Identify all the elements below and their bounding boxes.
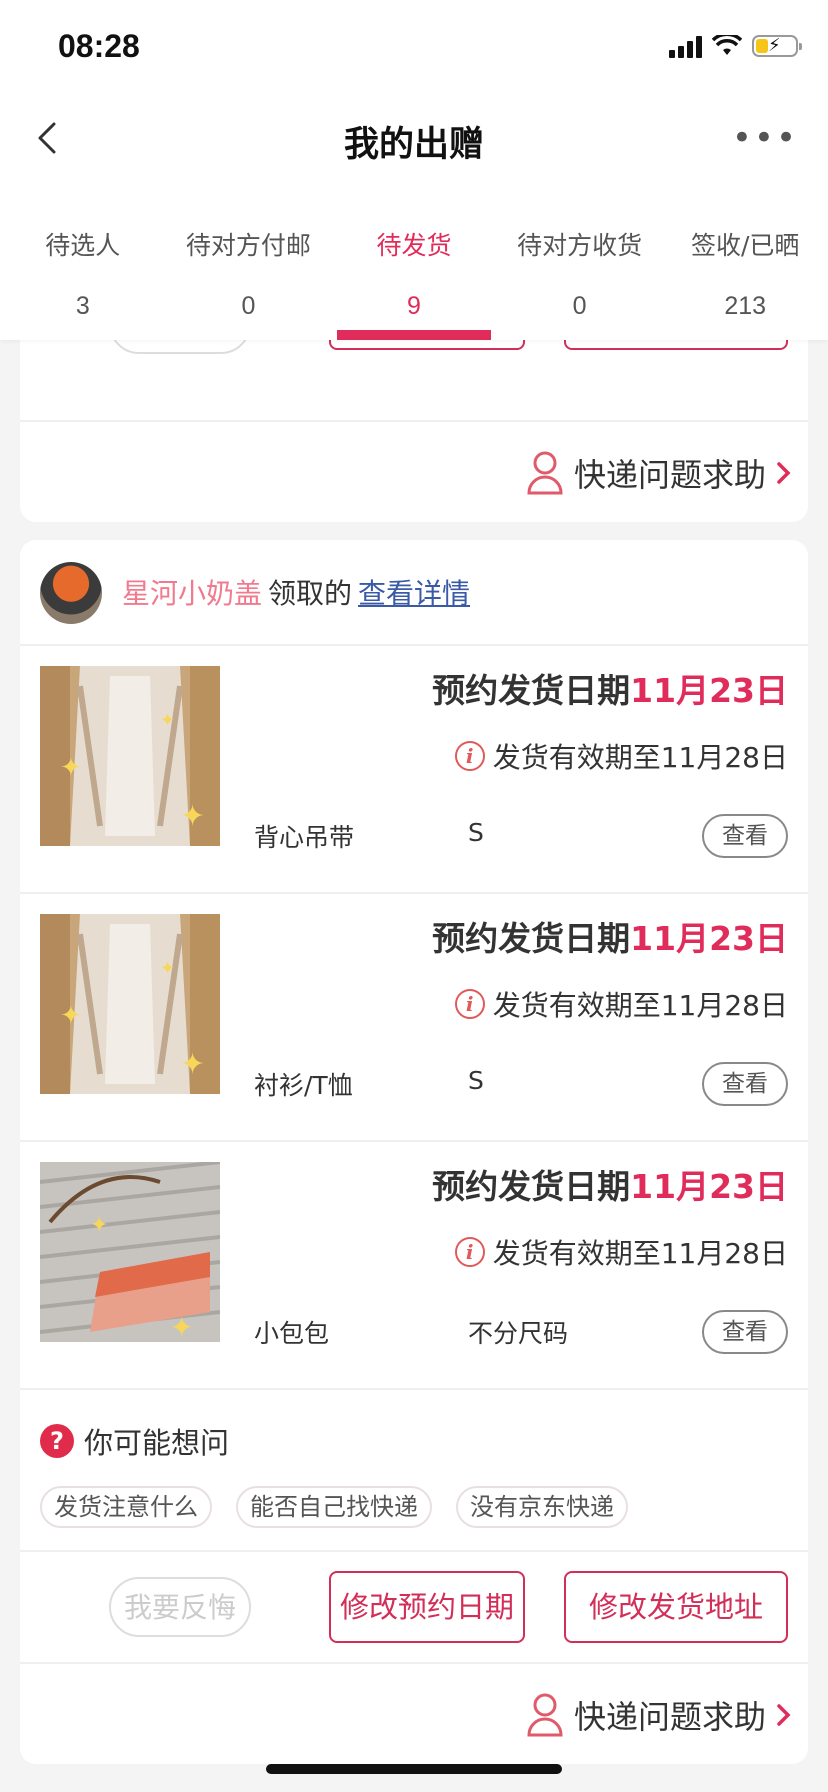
tab-pending-selection[interactable]: 待选人 3 xyxy=(0,184,166,340)
chevron-right-icon xyxy=(777,1704,791,1726)
order-item: ✦ ✦ 预约发货日期11月23日 i 发货有效期至11月28日 小包包 不分尺码… xyxy=(20,1142,808,1388)
svg-text:✦: ✦ xyxy=(90,1213,108,1238)
action-row: 我要反悔 修改预约日期 修改发货地址 xyxy=(20,1552,808,1662)
order-item: ✦ ✦ ✦ 预约发货日期11月23日 i 发货有效期至11月28日 背心吊带 S… xyxy=(20,646,808,892)
courier-help-row: 快递问题求助 xyxy=(20,422,808,522)
status-tabs: 待选人 3 待对方付邮 0 待发货 9 待对方收货 0 签收/已晒 213 xyxy=(0,184,828,340)
item-size: S xyxy=(468,818,484,847)
faq-header: ? 你可能想问 xyxy=(40,1420,229,1462)
faq-title: 你可能想问 xyxy=(84,1426,230,1460)
svg-text:✦: ✦ xyxy=(60,1001,82,1031)
courier-help-label: 快递问题求助 xyxy=(573,456,766,494)
scheduled-ship-date: 预约发货日期11月23日 xyxy=(432,664,788,712)
svg-text:✦: ✦ xyxy=(170,1311,193,1342)
faq-chips: 发货注意什么 能否自己找快递 没有京东快递 xyxy=(40,1486,628,1528)
info-icon: i xyxy=(454,989,485,1019)
tab-label: 签收/已晒 xyxy=(690,231,800,260)
ship-date-label: 预约发货日期 xyxy=(432,671,631,710)
courier-help-link[interactable]: 快递问题求助 xyxy=(526,450,792,496)
svg-text:✦: ✦ xyxy=(180,799,205,834)
courier-help-link[interactable]: 快递问题求助 xyxy=(526,1692,792,1738)
courier-help-label: 快递问题求助 xyxy=(573,1698,766,1736)
faq-section: ? 你可能想问 发货注意什么 能否自己找快递 没有京东快递 xyxy=(20,1390,808,1550)
tab-signed-shared[interactable]: 签收/已晒 213 xyxy=(662,184,828,340)
item-photo[interactable]: ✦ ✦ xyxy=(40,1162,220,1342)
tab-count: 213 xyxy=(724,292,767,320)
change-address-button[interactable]: 修改发货地址 xyxy=(564,1571,788,1643)
scheduled-ship-date: 预约发货日期11月23日 xyxy=(432,912,788,960)
page-title: 我的出赠 xyxy=(343,125,484,165)
tab-label: 待对方收货 xyxy=(517,231,643,260)
scheduled-ship-date: 预约发货日期11月23日 xyxy=(432,1160,788,1208)
chevron-right-icon xyxy=(777,462,791,484)
status-icons: ⚡ xyxy=(669,34,802,58)
donor-row: 星河小奶盖 领取的 查看详情 xyxy=(20,540,808,644)
user-icon xyxy=(527,451,563,495)
view-button[interactable]: 查看 xyxy=(702,814,788,858)
ship-date-label: 预约发货日期 xyxy=(432,1167,631,1206)
svg-text:✦: ✦ xyxy=(180,1047,205,1082)
tab-count: 3 xyxy=(75,292,90,320)
item-photo[interactable]: ✦ ✦ ✦ xyxy=(40,666,220,846)
validity-text: 发货有效期至11月28日 xyxy=(492,989,788,1022)
item-category: 背心吊带 xyxy=(254,823,355,852)
wifi-icon xyxy=(712,35,742,55)
svg-text:✦: ✦ xyxy=(160,710,175,731)
nav-bar: 我的出赠 ••• xyxy=(0,96,828,184)
home-indicator xyxy=(266,1764,562,1774)
ship-validity: i 发货有效期至11月28日 xyxy=(454,1232,788,1272)
faq-chip[interactable]: 能否自己找快递 xyxy=(236,1486,432,1528)
status-time: 08:28 xyxy=(58,28,140,64)
status-bar: 08:28 ⚡ xyxy=(0,0,828,96)
tab-count: 0 xyxy=(241,292,256,320)
ship-date-value: 11月23日 xyxy=(630,919,788,958)
item-photo[interactable]: ✦ ✦ ✦ xyxy=(40,914,220,1094)
donor-verb: 领取的 xyxy=(268,577,353,610)
validity-text: 发货有效期至11月28日 xyxy=(492,741,788,774)
tab-count: 0 xyxy=(572,292,587,320)
tab-pending-postage[interactable]: 待对方付邮 0 xyxy=(166,184,332,340)
ship-validity: i 发货有效期至11月28日 xyxy=(454,736,788,776)
item-category: 小包包 xyxy=(254,1319,330,1348)
tab-label: 待选人 xyxy=(45,231,121,260)
svg-text:✦: ✦ xyxy=(160,958,175,979)
view-details-link[interactable]: 查看详情 xyxy=(358,577,470,610)
info-icon: i xyxy=(454,741,485,771)
regret-button[interactable]: 我要反悔 xyxy=(109,1577,251,1637)
active-tab-indicator xyxy=(337,330,491,340)
item-category: 衬衫/T恤 xyxy=(254,1071,353,1100)
ship-date-value: 11月23日 xyxy=(630,671,788,710)
avatar[interactable] xyxy=(40,562,102,624)
tab-label: 待发货 xyxy=(376,231,452,260)
change-date-button[interactable]: 修改预约日期 xyxy=(329,1571,525,1643)
validity-text: 发货有效期至11月28日 xyxy=(492,1237,788,1270)
tab-pending-receipt[interactable]: 待对方收货 0 xyxy=(497,184,663,340)
info-icon: i xyxy=(454,1237,485,1267)
tab-count: 9 xyxy=(407,292,421,320)
user-icon xyxy=(527,1693,563,1737)
ship-date-value: 11月23日 xyxy=(630,1167,788,1206)
view-button[interactable]: 查看 xyxy=(702,1062,788,1106)
donor-name[interactable]: 星河小奶盖 xyxy=(122,577,262,610)
ship-validity: i 发货有效期至11月28日 xyxy=(454,984,788,1024)
item-size: S xyxy=(468,1066,484,1095)
faq-chip[interactable]: 发货注意什么 xyxy=(40,1486,212,1528)
more-icon[interactable]: ••• xyxy=(732,118,798,158)
donor-text: 星河小奶盖 领取的 查看详情 xyxy=(122,572,470,612)
courier-help-row: 快递问题求助 xyxy=(20,1664,808,1764)
ship-date-label: 预约发货日期 xyxy=(432,919,631,958)
tab-label: 待对方付邮 xyxy=(185,231,311,260)
svg-text:✦: ✦ xyxy=(60,753,82,783)
battery-icon: ⚡ xyxy=(752,35,802,57)
signal-icon xyxy=(669,34,702,58)
view-button[interactable]: 查看 xyxy=(702,1310,788,1354)
order-item: ✦ ✦ ✦ 预约发货日期11月23日 i 发货有效期至11月28日 衬衫/T恤 … xyxy=(20,894,808,1140)
question-icon: ? xyxy=(40,1424,74,1458)
item-size: 不分尺码 xyxy=(468,1319,569,1348)
faq-chip[interactable]: 没有京东快递 xyxy=(456,1486,628,1528)
tab-pending-shipment[interactable]: 待发货 9 xyxy=(331,184,497,340)
order-card: 星河小奶盖 领取的 查看详情 ✦ ✦ ✦ 预约发货日期11月23日 i 发货有效期至… xyxy=(20,540,808,1764)
